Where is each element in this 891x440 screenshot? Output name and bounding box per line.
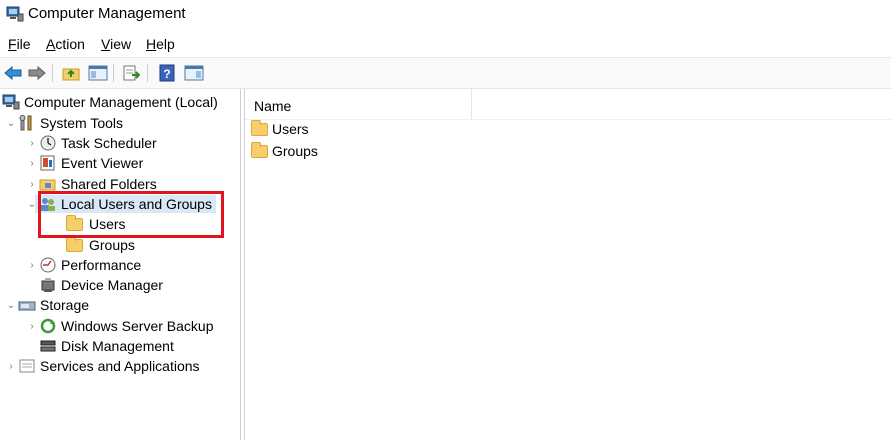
export-list-icon: [123, 65, 140, 81]
show-hide-console-tree-button[interactable]: [87, 62, 109, 84]
menu-file[interactable]: File: [8, 36, 31, 52]
title-bar: Computer Management: [0, 0, 891, 30]
tree-label: Groups: [89, 237, 135, 253]
chevron-right-icon[interactable]: ›: [25, 179, 39, 190]
tree-label: Performance: [61, 257, 142, 273]
computer-management-icon: [6, 6, 24, 22]
tree-item-task-scheduler[interactable]: › Task Scheduler: [25, 133, 157, 153]
tree-item-services-and-applications[interactable]: › Services and Applications: [4, 356, 200, 376]
tree-label: Services and Applications: [40, 358, 200, 374]
performance-icon: [40, 257, 56, 273]
up-one-level-button[interactable]: [60, 62, 82, 84]
highlight-annotation: [38, 191, 224, 238]
folder-icon: [251, 141, 268, 158]
tree-label: Shared Folders: [61, 176, 157, 192]
clock-icon: [40, 135, 56, 151]
tree-label: Task Scheduler: [61, 135, 157, 151]
action-pane-icon: [184, 65, 204, 81]
chevron-right-icon[interactable]: ›: [25, 158, 39, 169]
show-hide-action-pane-button[interactable]: [183, 62, 205, 84]
list-item-label: Groups: [272, 143, 318, 159]
toolbar: ?: [0, 57, 891, 89]
tree-label: Windows Server Backup: [61, 318, 214, 334]
window-title: Computer Management: [28, 5, 186, 22]
menu-bar: File Action View Help: [0, 34, 891, 56]
system-tools-icon: [19, 115, 32, 131]
chevron-right-icon[interactable]: ›: [25, 260, 39, 271]
tree-label: Disk Management: [61, 338, 174, 354]
toolbar-separator: [52, 64, 53, 82]
export-list-button[interactable]: [120, 62, 142, 84]
disk-management-icon: [40, 340, 56, 352]
menu-view[interactable]: View: [101, 36, 131, 52]
chevron-right-icon[interactable]: ›: [25, 321, 39, 332]
folder-icon: [66, 235, 83, 252]
column-divider[interactable]: [471, 89, 472, 119]
forward-arrow-icon: [28, 66, 46, 80]
tree-item-groups[interactable]: Groups: [62, 235, 135, 255]
details-pane: Name Users Groups: [244, 89, 891, 440]
chevron-right-icon[interactable]: ›: [25, 138, 39, 149]
services-icon: [19, 359, 35, 373]
tree-item-event-viewer[interactable]: › Event Viewer: [25, 153, 143, 173]
chevron-down-icon[interactable]: ⌄: [4, 118, 18, 129]
console-tree: Computer Management (Local) ⌄ System Too…: [0, 89, 241, 440]
shared-folders-icon: [39, 179, 56, 191]
toolbar-separator: [113, 64, 114, 82]
column-header-name[interactable]: Name: [254, 98, 291, 114]
backup-icon: [40, 318, 56, 334]
tree-item-system-tools[interactable]: ⌄ System Tools: [4, 113, 123, 133]
tree-label: Event Viewer: [61, 155, 144, 171]
chevron-down-icon[interactable]: ⌄: [4, 300, 18, 311]
computer-management-icon: [2, 94, 20, 110]
tree-item-performance[interactable]: › Performance: [25, 255, 141, 275]
list-item-groups[interactable]: Groups: [251, 141, 318, 161]
tree-item-storage[interactable]: ⌄ Storage: [4, 295, 89, 315]
list-item-users[interactable]: Users: [251, 119, 309, 139]
tree-item-disk-management[interactable]: Disk Management: [39, 336, 174, 356]
tree-item-device-manager[interactable]: Device Manager: [39, 275, 163, 295]
tree-label: Computer Management (Local): [24, 94, 218, 110]
back-arrow-icon: [4, 66, 22, 80]
chevron-right-icon[interactable]: ›: [4, 361, 18, 372]
forward-button[interactable]: [26, 62, 48, 84]
folder-up-icon: [62, 68, 80, 81]
svg-text:?: ?: [163, 67, 170, 81]
storage-icon: [18, 301, 36, 311]
toolbar-separator: [147, 64, 148, 82]
tree-label: Storage: [40, 297, 90, 313]
folder-icon: [251, 119, 268, 136]
tree-label: Device Manager: [61, 277, 163, 293]
help-icon: ?: [159, 64, 175, 82]
device-manager-icon: [41, 278, 55, 292]
event-viewer-icon: [40, 155, 55, 171]
back-button[interactable]: [2, 62, 24, 84]
menu-action[interactable]: Action: [46, 36, 85, 52]
tree-label: System Tools: [40, 115, 123, 131]
console-tree-icon: [88, 65, 108, 81]
list-item-label: Users: [272, 121, 309, 137]
column-header-row: Name: [245, 89, 891, 120]
tree-item-computer-management[interactable]: Computer Management (Local): [2, 92, 218, 112]
tree-item-windows-server-backup[interactable]: › Windows Server Backup: [25, 316, 214, 336]
help-button[interactable]: ?: [156, 62, 178, 84]
menu-help[interactable]: Help: [146, 36, 175, 52]
